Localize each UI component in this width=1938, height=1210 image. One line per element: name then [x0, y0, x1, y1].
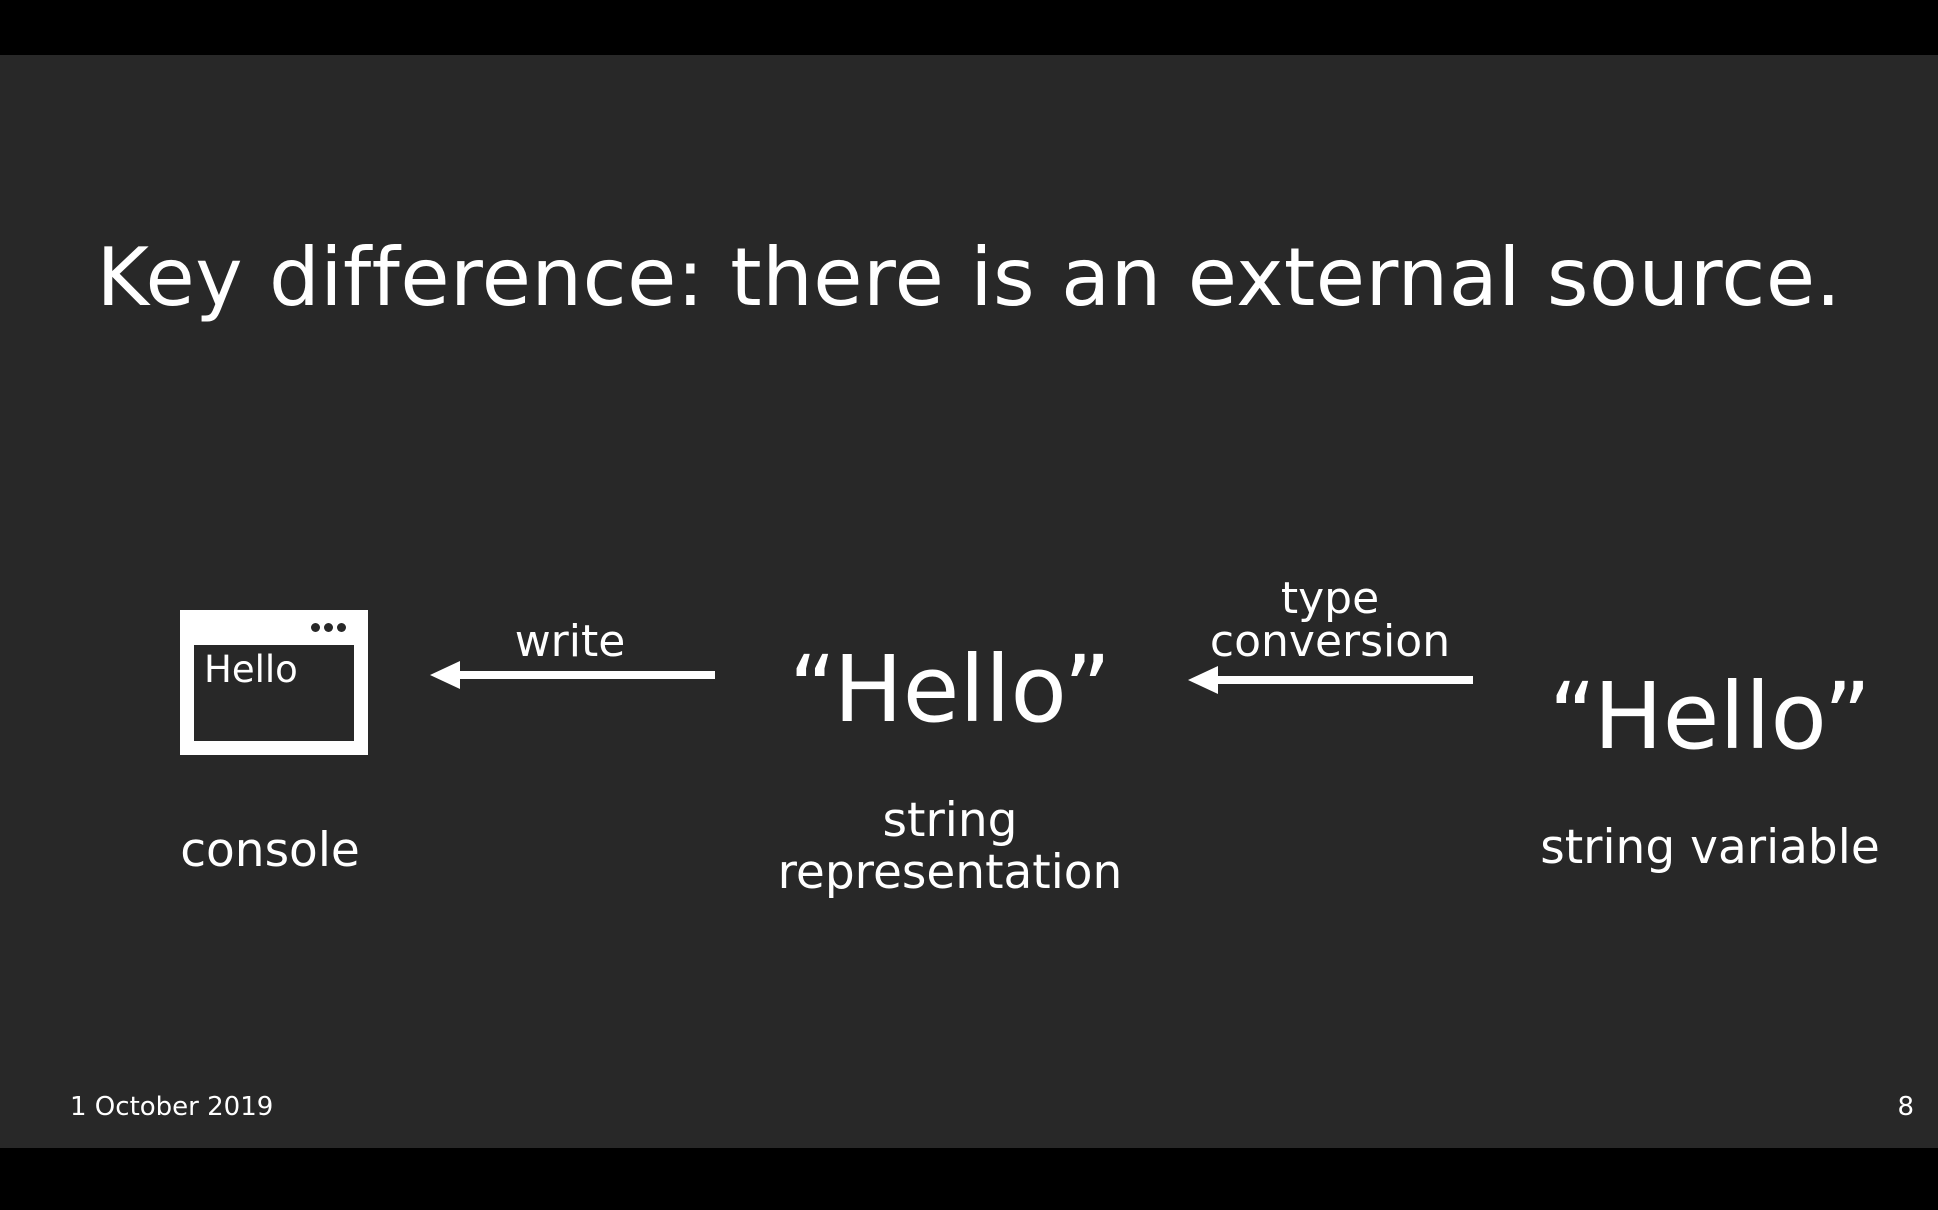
console-screen: Hello [194, 645, 354, 741]
console-window-icon: Hello [180, 610, 368, 755]
slide-title: Key difference: there is an external sou… [96, 231, 1842, 324]
footer-date: 1 October 2019 [70, 1092, 274, 1122]
type-conversion-label-line1: type [1280, 573, 1380, 624]
string-representation-value: “Hello” [788, 636, 1112, 743]
console-window-text: Hello [204, 648, 298, 691]
type-conversion-arrow-icon [1188, 666, 1473, 694]
letterbox-bottom [0, 1148, 1938, 1210]
slide: Key difference: there is an external sou… [0, 55, 1938, 1148]
letterbox-top [0, 0, 1938, 55]
string-representation-label-line1: string [882, 793, 1018, 848]
write-arrow-icon [430, 661, 715, 689]
string-variable-label: string variable [1540, 820, 1880, 875]
console-label: console [180, 823, 360, 878]
window-dots-icon [311, 623, 346, 632]
type-conversion-label-line2: conversion [1209, 616, 1451, 667]
write-label: write [514, 616, 626, 667]
page-number: 8 [1897, 1092, 1914, 1122]
string-representation-label-line2: representation [777, 845, 1123, 900]
string-variable-value: “Hello” [1548, 663, 1872, 770]
